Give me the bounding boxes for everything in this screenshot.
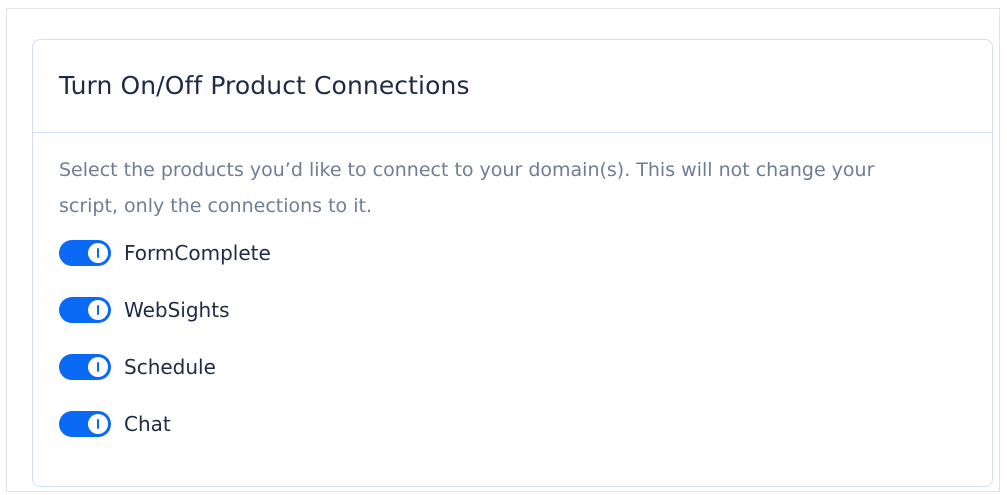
card-title: Turn On/Off Product Connections bbox=[59, 70, 470, 100]
product-toggle-list: FormComplete WebSights Schedule Chat bbox=[59, 239, 966, 438]
toggle-label: Chat bbox=[124, 412, 171, 436]
product-connections-card: Turn On/Off Product Connections Select t… bbox=[32, 39, 993, 487]
toggle-row-formcomplete: FormComplete bbox=[59, 239, 966, 267]
chat-toggle[interactable] bbox=[59, 411, 111, 437]
toggle-knob-icon bbox=[88, 414, 108, 434]
toggle-row-schedule: Schedule bbox=[59, 353, 966, 381]
card-body: Select the products you’d like to connec… bbox=[33, 133, 992, 438]
toggle-knob-icon bbox=[88, 243, 108, 263]
toggle-knob-icon bbox=[88, 357, 108, 377]
page-frame: Turn On/Off Product Connections Select t… bbox=[6, 8, 1000, 492]
websights-toggle[interactable] bbox=[59, 297, 111, 323]
schedule-toggle[interactable] bbox=[59, 354, 111, 380]
toggle-row-websights: WebSights bbox=[59, 296, 966, 324]
toggle-row-chat: Chat bbox=[59, 410, 966, 438]
toggle-label: Schedule bbox=[124, 355, 216, 379]
formcomplete-toggle[interactable] bbox=[59, 240, 111, 266]
toggle-knob-icon bbox=[88, 300, 108, 320]
toggle-label: WebSights bbox=[124, 298, 230, 322]
toggle-label: FormComplete bbox=[124, 241, 271, 265]
card-description: Select the products you’d like to connec… bbox=[59, 159, 875, 217]
card-header: Turn On/Off Product Connections bbox=[33, 40, 992, 133]
